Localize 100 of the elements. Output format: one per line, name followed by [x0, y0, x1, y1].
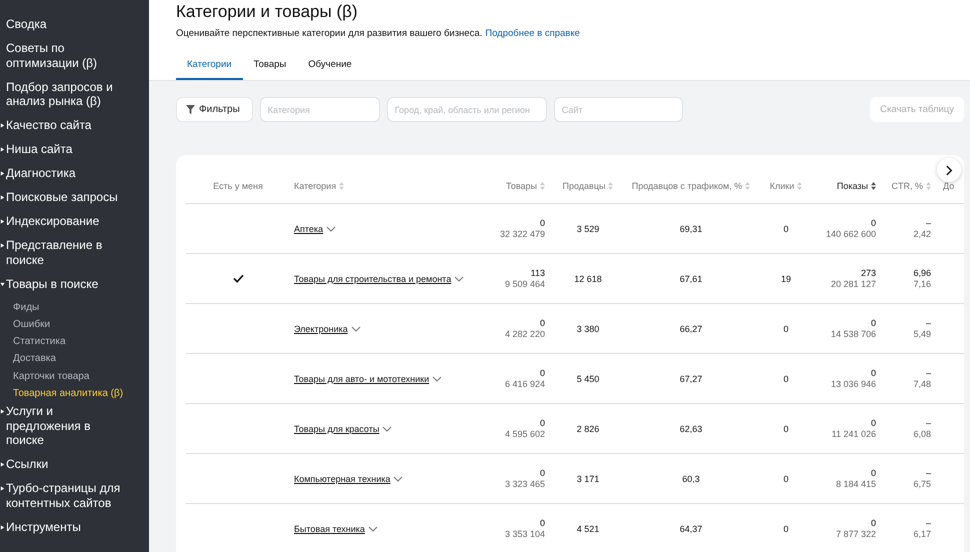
- sidebar-item[interactable]: Советы по оптимизации (β): [6, 41, 128, 70]
- column-header[interactable]: Показы: [836, 181, 868, 191]
- category-link[interactable]: Товары для авто- и мототехники: [294, 374, 430, 384]
- sidebar-item[interactable]: Индексирование: [6, 214, 100, 228]
- sidebar-subitem[interactable]: Фиды: [0, 300, 149, 318]
- triangle-icon[interactable]: [0, 486, 5, 492]
- sidebar-item[interactable]: Турбо-страницы для контентных сайтов: [6, 481, 128, 510]
- column-header[interactable]: CTR, %: [892, 181, 923, 191]
- tab[interactable]: Товары: [242, 53, 298, 80]
- triangle-icon[interactable]: [0, 171, 5, 176]
- sidebar-item[interactable]: Ссылки: [6, 457, 48, 472]
- sidebar-subitem[interactable]: Карточки товара: [0, 370, 149, 387]
- triangle-icon[interactable]: [0, 219, 5, 224]
- table-cell: 3 529: [576, 224, 600, 234]
- triangle-icon[interactable]: [0, 195, 5, 200]
- table-cell: 0: [783, 374, 788, 384]
- category-link[interactable]: Товары для строительства и ремонта: [294, 274, 452, 284]
- table-cell: 0 4 595 602: [504, 418, 545, 440]
- chevron-down-icon[interactable]: [368, 526, 378, 532]
- column-header[interactable]: Товары: [506, 181, 537, 191]
- table-cell: 0 3 323 465: [504, 468, 545, 490]
- table-cell: 62,63: [680, 424, 702, 434]
- tab[interactable]: Обучение: [297, 53, 363, 80]
- sidebar-subitem[interactable]: Ошибки: [0, 318, 149, 336]
- column-header[interactable]: Продавцы: [562, 181, 606, 191]
- triangle-icon[interactable]: [0, 282, 5, 286]
- triangle-icon[interactable]: [0, 462, 5, 468]
- table-cell: 12 618: [574, 274, 602, 284]
- table-cell: 64,37: [680, 524, 702, 534]
- triangle-icon[interactable]: [0, 524, 5, 530]
- table-cell: 4 521: [576, 524, 600, 534]
- table-cell: 67,61: [680, 274, 702, 284]
- chevron-right-icon: [946, 164, 952, 176]
- sort-icon[interactable]: [871, 182, 876, 190]
- sidebar-item[interactable]: Инструменты: [6, 520, 81, 534]
- sidebar-item[interactable]: Поисковые запросы: [6, 190, 118, 204]
- table-cell: 0 140 662 600: [826, 218, 876, 240]
- sidebar-item[interactable]: Представление в поиске: [6, 238, 128, 267]
- category-link[interactable]: Товары для красоты: [294, 424, 380, 434]
- help-link[interactable]: Подробнее в справке: [485, 28, 580, 39]
- table-cell: 19: [780, 274, 791, 284]
- sidebar-item[interactable]: Сводка: [6, 17, 47, 32]
- table-cell: 0: [783, 524, 788, 534]
- table-cell: 3 171: [576, 474, 600, 484]
- table-cell: 60,3: [682, 474, 700, 484]
- filter-field[interactable]: Категория: [260, 97, 380, 122]
- chevron-down-icon[interactable]: [326, 226, 336, 232]
- sidebar-subitem[interactable]: Доставка: [0, 352, 149, 370]
- sidebar-subitem[interactable]: Товарная аналитика (β): [0, 386, 149, 404]
- category-link[interactable]: Аптека: [294, 224, 324, 234]
- chevron-down-icon[interactable]: [382, 426, 392, 432]
- table-cell: 0 7 877 322: [836, 518, 876, 540]
- chevron-down-icon[interactable]: [432, 376, 442, 382]
- table-cell: 69,31: [680, 224, 702, 234]
- filter-icon: [186, 105, 195, 114]
- filter-field[interactable]: Город, край, область или регион: [386, 97, 547, 122]
- table-cell: 0 14 538 706: [830, 318, 876, 340]
- sidebar-item[interactable]: Диагностика: [6, 166, 76, 180]
- table-cell: 67,27: [680, 374, 702, 384]
- table-cell: 0 6 416 924: [504, 368, 545, 390]
- triangle-icon[interactable]: [0, 409, 5, 414]
- table-cell: 0 13 036 946: [830, 368, 876, 390]
- page-description: Оценивайте перспективные категории для развития вашего бизнеса.: [176, 28, 482, 39]
- triangle-icon[interactable]: [0, 123, 5, 128]
- filters-button[interactable]: Фильтры: [176, 97, 253, 122]
- filter-field[interactable]: Сайт: [554, 97, 683, 122]
- table-cell: 0 8 184 415: [836, 468, 876, 490]
- table-cell: 5 450: [576, 374, 600, 384]
- table-cell: 0 11 241 026: [832, 418, 876, 440]
- table-cell: – 7,48: [913, 368, 931, 390]
- category-link[interactable]: Бытовая техника: [294, 524, 365, 534]
- triangle-icon[interactable]: [0, 147, 5, 152]
- sidebar-item[interactable]: Товары в поиске: [6, 276, 98, 291]
- table-cell: 0 32 322 479: [500, 218, 545, 240]
- category-link[interactable]: Электроника: [294, 324, 348, 334]
- table-cell: 2 826: [576, 424, 600, 434]
- table-cell: 0: [783, 224, 788, 234]
- column-header[interactable]: Категория: [294, 181, 336, 191]
- sidebar-item[interactable]: Ниша сайта: [6, 142, 72, 156]
- table-cell: 0: [783, 474, 788, 484]
- table-cell: – 6,17: [913, 518, 931, 540]
- category-link[interactable]: Компьютерная техника: [294, 474, 390, 484]
- table-cell: 273 20 281 127: [830, 268, 876, 290]
- chevron-down-icon[interactable]: [350, 326, 361, 332]
- sidebar-item[interactable]: Услуги и предложения в поиске: [6, 404, 128, 448]
- page-title: Категории и товары (β): [176, 2, 359, 22]
- sidebar-item[interactable]: Подбор запросов и анализ рынка (β): [6, 80, 128, 108]
- table-cell: – 6,75: [913, 468, 931, 490]
- column-header: До: [943, 181, 954, 191]
- sidebar-subitem[interactable]: Статистика: [0, 335, 149, 352]
- column-header[interactable]: Клики: [770, 181, 794, 191]
- column-header[interactable]: Продавцов с трафиком, %: [632, 181, 742, 191]
- scroll-right-button[interactable]: [937, 158, 961, 182]
- table-cell: – 2,42: [913, 218, 931, 240]
- table-cell: 0: [783, 324, 788, 334]
- chevron-down-icon[interactable]: [454, 276, 464, 282]
- triangle-icon[interactable]: [0, 243, 5, 248]
- sidebar-item[interactable]: Качество сайта: [6, 118, 92, 132]
- chevron-down-icon[interactable]: [393, 476, 404, 482]
- table-cell: – 6,08: [913, 418, 931, 440]
